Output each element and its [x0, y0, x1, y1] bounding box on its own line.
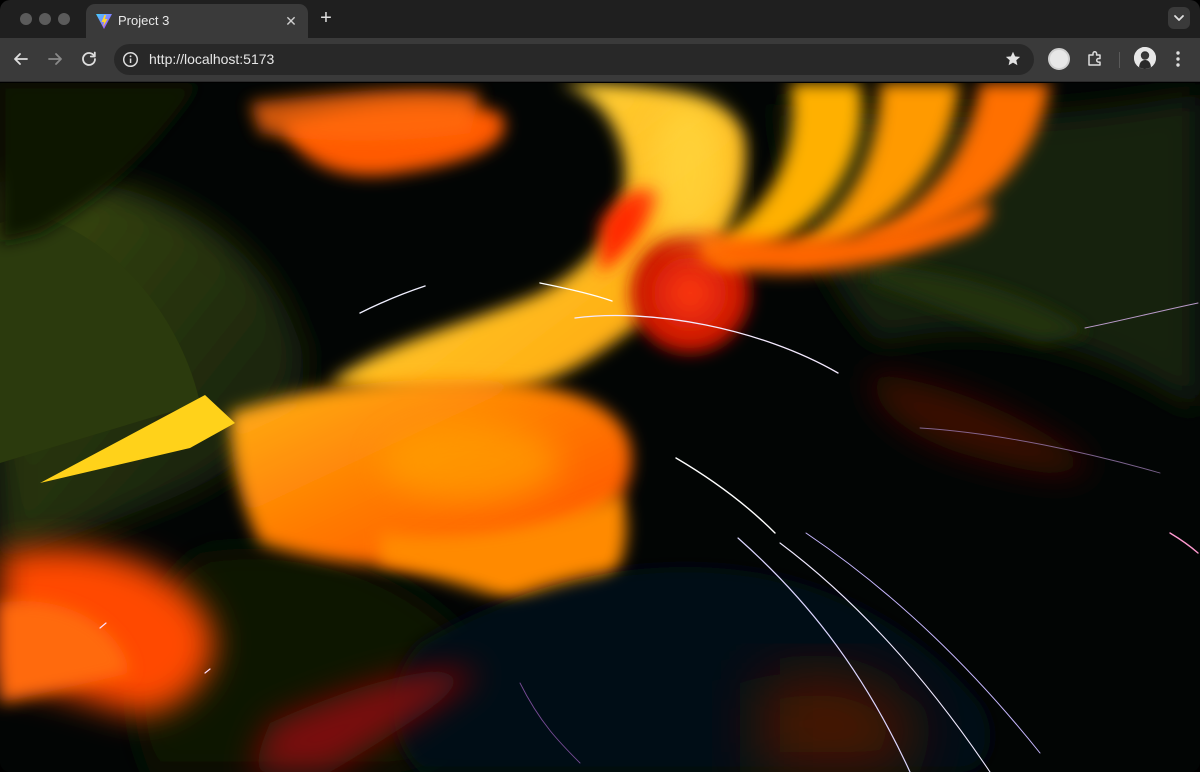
address-bar[interactable]: http://localhost:5173	[114, 44, 1034, 75]
tab-strip: Project 3 ✕ +	[0, 0, 1200, 38]
maximize-window-button[interactable]	[58, 13, 70, 25]
vite-logo-icon	[95, 12, 113, 30]
profile-avatar[interactable]	[1134, 47, 1156, 69]
back-button[interactable]	[10, 48, 32, 70]
tab-close-icon[interactable]: ✕	[282, 12, 300, 30]
reload-button[interactable]	[78, 48, 100, 70]
chevron-down-icon	[1174, 15, 1184, 21]
forward-arrow-icon	[48, 53, 62, 65]
kebab-menu-icon[interactable]	[1170, 49, 1186, 69]
new-tab-button[interactable]: +	[314, 8, 338, 30]
webgl-canvas[interactable]	[0, 83, 1200, 772]
toolbar: http://localhost:5173	[0, 38, 1200, 82]
tab-search-button[interactable]	[1168, 7, 1190, 29]
reload-icon	[82, 51, 96, 66]
forward-button[interactable]	[44, 48, 66, 70]
site-info-icon[interactable]	[122, 51, 139, 68]
tab-title: Project 3	[118, 13, 170, 28]
minimize-window-button[interactable]	[39, 13, 51, 25]
extensions-puzzle-icon[interactable]	[1085, 49, 1105, 69]
tab-project-3[interactable]: Project 3 ✕	[86, 4, 308, 38]
close-window-button[interactable]	[20, 13, 32, 25]
browser-window: Project 3 ✕ + http://localhost:5173	[0, 0, 1200, 772]
back-arrow-icon	[14, 53, 28, 65]
abstract-render-scene	[0, 83, 1200, 772]
bookmark-star-icon[interactable]	[1004, 50, 1022, 68]
toolbar-divider	[1119, 52, 1120, 68]
extension-icon[interactable]	[1048, 48, 1070, 70]
url-text: http://localhost:5173	[149, 51, 275, 67]
